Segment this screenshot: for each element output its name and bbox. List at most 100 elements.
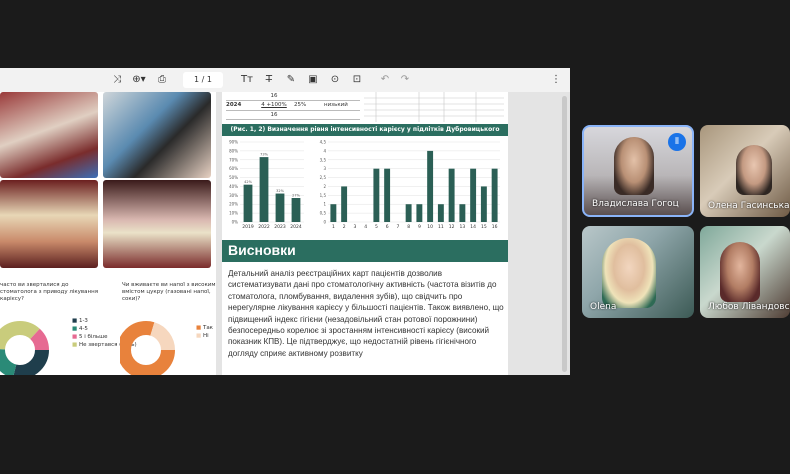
chart1-data-label: 27% — [292, 194, 300, 198]
page-separator: / — [201, 75, 205, 84]
chart2-xtick: 11 — [438, 224, 444, 230]
chart2-xtick: 10 — [427, 224, 433, 230]
document-scrollbar[interactable] — [562, 96, 567, 372]
chart1-ytick: 60% — [229, 166, 238, 171]
redo-icon[interactable]: ↷ — [398, 72, 412, 88]
participant-video — [736, 145, 772, 195]
chart2-ytick: 3,5 — [320, 157, 327, 162]
page-indicator[interactable]: 1 / 1 — [183, 72, 223, 88]
chart2-xtick: 4 — [364, 224, 367, 230]
chart1-bar — [291, 198, 301, 222]
teeth-photo-3 — [103, 180, 211, 268]
chart1-ytick: 30% — [229, 193, 238, 198]
chart2-bar — [448, 168, 455, 222]
chart1-data-label: 73% — [260, 153, 268, 157]
participant-name: Владислава Гогоц — [592, 199, 679, 209]
chart2-ytick: 3 — [323, 166, 326, 171]
shared-screen: ⤨ ⊕▾ ⎙ 1 / 1 Tт T̶ ✎ ▣ ⊙ ⊡ ↶ ↷ ⋮ часто в… — [0, 68, 570, 375]
chart1-xtick: 2023 — [274, 224, 286, 230]
chart1-ytick: 90% — [229, 140, 238, 145]
legend2-item: ■ Так — [196, 325, 214, 331]
question-2: Чи вживаєте ви напої з високим вмістом ц… — [122, 282, 216, 302]
participant-tile-3[interactable]: Olena — [582, 226, 694, 318]
chart2-bar — [459, 204, 466, 222]
image-icon[interactable]: ▣ — [306, 72, 320, 88]
speaking-indicator-icon: ⦀ — [668, 133, 686, 151]
draw-icon[interactable]: ✎ — [284, 72, 298, 88]
stamp-icon[interactable]: ⊡ — [350, 72, 364, 88]
participant-video — [602, 238, 656, 308]
question-1: часто ви зверталися до стоматолога з при… — [0, 282, 99, 302]
chart2-bar — [470, 168, 477, 222]
sign-icon[interactable]: ⊙ — [328, 72, 342, 88]
donut-chart-1 — [0, 321, 49, 375]
participant-video — [614, 137, 654, 195]
chart-kpv-by-student: 00,511,522,533,544,51 2 3 4 5 6 7 8 9 10 11 12 13 14 1… — [320, 140, 500, 230]
chart2-bar — [405, 204, 412, 222]
share-icon[interactable]: ⤨ — [110, 72, 124, 88]
chart2-bar — [491, 168, 498, 222]
participant-video — [720, 242, 760, 302]
participant-tile-4[interactable]: Любов Лівандовська — [700, 226, 790, 318]
chart2-ytick: 0 — [323, 220, 326, 225]
poster-page-left: часто ви зверталися до стоматолога з при… — [0, 92, 216, 375]
legend-2: ■ Так ■ Ні — [196, 324, 213, 340]
chart1-xtick: 2024 — [290, 224, 302, 230]
chart2-xtick: 12 — [449, 224, 455, 230]
chart2-ytick: 2,5 — [320, 175, 327, 180]
chart2-xtick: 6 — [386, 224, 389, 230]
poster-page-right: 16 2024 4 +100% 25% низький 16 (Рис. 1, 2) … — [222, 92, 508, 375]
legend2-item: ■ Ні — [196, 333, 209, 339]
chart2-xtick: 15 — [481, 224, 487, 230]
print-icon[interactable]: ⎙ — [155, 72, 169, 88]
table-row: 16 — [226, 111, 360, 120]
chart1-ytick: 20% — [229, 202, 238, 207]
text-icon[interactable]: Tт — [240, 72, 254, 88]
table-row: 16 — [226, 92, 360, 101]
chart1-ytick: 40% — [229, 184, 238, 189]
chart1-data-label: 32% — [276, 189, 284, 193]
chart2-xtick: 9 — [418, 224, 421, 230]
chart1-bar — [275, 193, 285, 222]
participant-name: Olena — [590, 302, 617, 312]
teeth-photo-2 — [0, 180, 98, 268]
chart-percent-by-year: 0% 10% 20% 30% 40% 50% 60% 70% 80% 90% 2019 42% 2022… — [229, 140, 304, 230]
chart2-xtick: 7 — [396, 224, 399, 230]
chart2-ytick: 4,5 — [320, 140, 327, 145]
participant-tile-2[interactable]: Олена Гасинська — [700, 125, 790, 217]
detail-table-graphic — [364, 92, 504, 122]
results-table: 16 2024 4 +100% 25% низький 16 — [226, 92, 360, 120]
chart2-bar — [480, 186, 487, 222]
participant-tile-1[interactable]: ⦀ Владислава Гогоц — [582, 125, 694, 217]
participant-name: Любов Лівандовська — [708, 302, 790, 312]
chart1-ytick: 80% — [229, 148, 238, 153]
chart-caption: (Рис. 1, 2) Визначення рівня інтенсивнос… — [222, 124, 508, 145]
undo-icon[interactable]: ↶ — [378, 72, 392, 88]
chart2-bar — [384, 168, 391, 222]
document-view: часто ви зверталися до стоматолога з при… — [0, 92, 570, 375]
chart2-bar — [373, 168, 380, 222]
chart2-xtick: 3 — [353, 224, 356, 230]
chart2-ytick: 1 — [323, 202, 326, 207]
chart2-xtick: 14 — [470, 224, 476, 230]
chart2-xtick: 8 — [407, 224, 410, 230]
chart1-ytick: 70% — [229, 157, 238, 162]
chart1-xtick: 2022 — [258, 224, 270, 230]
chart2-ytick: 2 — [323, 184, 326, 189]
more-options-icon[interactable]: ⋮ — [550, 72, 562, 88]
teeth-photo — [0, 92, 98, 178]
chart2-ytick: 1,5 — [320, 193, 327, 198]
donut-chart-2 — [120, 321, 175, 375]
zoom-icon[interactable]: ⊕▾ — [128, 72, 150, 88]
chart2-bar — [330, 204, 337, 222]
conclusions-header: Висновки — [222, 240, 508, 262]
pdf-toolbar: ⤨ ⊕▾ ⎙ 1 / 1 Tт T̶ ✎ ▣ ⊙ ⊡ ↶ ↷ ⋮ — [0, 68, 570, 93]
chart2-xtick: 13 — [460, 224, 466, 230]
chart2-xtick: 2 — [343, 224, 346, 230]
chart2-bar — [437, 204, 444, 222]
conclusions-text: Детальний аналіз реєстраційних карт паці… — [228, 269, 504, 358]
chart2-xtick: 1 — [332, 224, 335, 230]
text-format-icon[interactable]: T̶ — [262, 72, 276, 88]
dental-exam-photo — [103, 92, 211, 178]
table-row: 2024 4 +100% 25% низький — [226, 101, 360, 111]
